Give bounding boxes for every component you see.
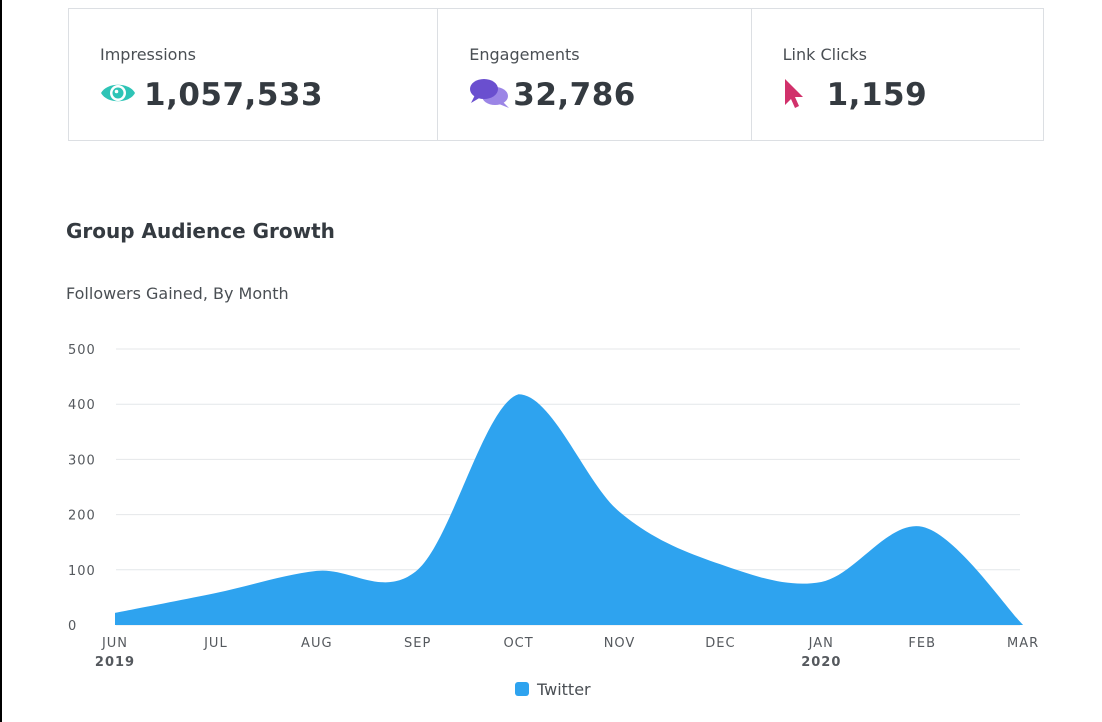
y-tick-label: 100 [68,564,96,579]
y-axis-ticks: 0 100 200 300 400 500 [68,343,96,634]
x-year-label: 2020 [801,655,841,670]
x-tick-label: SEP [404,636,431,651]
x-tick-label: JAN [808,636,834,651]
x-tick-label: FEB [908,636,936,651]
x-tick-label: MAR [1007,636,1039,651]
chart-areas [114,394,1024,626]
x-tick-label: DEC [705,636,735,651]
x-tick-label: OCT [503,636,533,651]
x-axis-ticks: JUN 2019 JUL AUG SEP OCT NOV DEC JAN 2020 FEB MAR [95,636,1039,670]
x-tick-label: AUG [301,636,332,651]
chart-legend[interactable]: Twitter [515,678,591,700]
y-tick-label: 500 [68,343,96,358]
legend-label-twitter: Twitter [537,679,591,699]
x-tick-label: JUN [101,636,128,651]
y-tick-label: 400 [68,398,96,413]
audience-growth-chart: 0 100 200 300 400 500 JUN 2019 JUL AUG SEP OCT NOV D… [68,343,1039,670]
x-tick-label: NOV [604,636,636,651]
legend-swatch-twitter [515,682,529,696]
y-tick-label: 0 [68,619,77,634]
y-tick-label: 300 [68,453,96,468]
y-tick-label: 200 [68,509,96,524]
x-tick-label: JUL [203,636,228,651]
dashboard-canvas: Impressions 1,057,533 Engagements 32,786… [2,0,1102,722]
area-series-twitter [115,394,1024,625]
x-year-label: 2019 [95,655,135,670]
